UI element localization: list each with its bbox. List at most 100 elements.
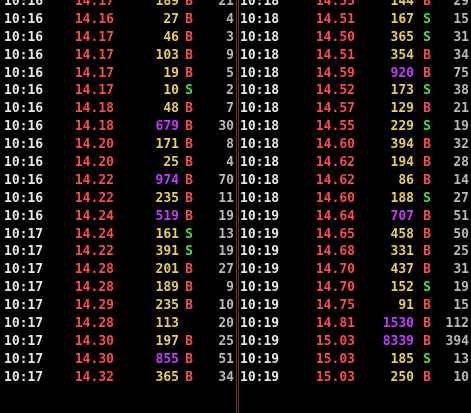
trade-row[interactable]: 10:18 14.62 86 B 14 xyxy=(239,172,471,190)
trade-row[interactable]: 10:17 14.28 113 20 xyxy=(0,315,236,333)
trade-row[interactable]: 10:19 14.81 1530 B 112 xyxy=(239,315,471,333)
trade-list-right: 10:18 14.55 144 B 29 10:18 14.51 167 S 15 10:18 14.… xyxy=(238,0,471,413)
trade-row[interactable]: 10:16 14.16 27 B 4 xyxy=(0,11,236,29)
trade-row[interactable]: 10:16 14.24 519 B 19 xyxy=(0,208,236,226)
trade-side: B xyxy=(185,11,193,27)
trade-volume: 519 xyxy=(155,208,179,224)
trade-side: B xyxy=(185,333,193,349)
trade-volume: 91 xyxy=(398,298,414,314)
trade-side: B xyxy=(185,155,193,171)
trade-volume: 144 xyxy=(390,0,414,9)
trade-row[interactable]: 10:19 14.64 707 B 51 xyxy=(239,208,471,226)
trade-side: B xyxy=(423,262,431,278)
trade-row[interactable]: 10:16 14.20 171 B 8 xyxy=(0,136,236,154)
trade-count: 27 xyxy=(218,262,234,278)
trade-price: 14.28 xyxy=(74,316,114,332)
trade-price: 14.29 xyxy=(74,298,114,314)
trade-row[interactable]: 10:18 14.51 354 B 34 xyxy=(239,47,471,65)
trade-row[interactable]: 10:19 14.70 152 S 19 xyxy=(239,279,471,297)
trade-row[interactable]: 10:18 14.59 920 B 75 xyxy=(239,65,471,83)
trade-row[interactable]: 10:19 15.03 250 B 10 xyxy=(239,369,471,387)
trade-volume: 103 xyxy=(155,47,179,63)
trade-time: 10:16 xyxy=(4,65,44,81)
trade-price: 14.16 xyxy=(74,11,114,27)
trade-price: 14.18 xyxy=(74,101,114,117)
trade-price: 14.24 xyxy=(74,208,114,224)
trade-count: 13 xyxy=(453,351,469,367)
trade-side: B xyxy=(185,172,193,188)
trade-count: 8 xyxy=(226,137,234,153)
trade-volume: 19 xyxy=(163,65,179,81)
trade-row[interactable]: 10:16 14.17 103 B 9 xyxy=(0,47,236,65)
trade-row[interactable]: 10:18 14.55 229 S 19 xyxy=(239,118,471,136)
trade-row[interactable]: 10:18 14.62 194 B 28 xyxy=(239,154,471,172)
trade-row[interactable]: 10:16 14.17 46 B 3 xyxy=(0,29,236,47)
trade-price: 14.81 xyxy=(315,316,355,332)
trade-count: 34 xyxy=(453,47,469,63)
trade-row[interactable]: 10:16 14.22 235 B 11 xyxy=(0,190,236,208)
trade-side: S xyxy=(423,29,431,45)
trade-row[interactable]: 10:17 14.30 855 B 51 xyxy=(0,351,236,369)
trade-row[interactable]: 10:18 14.60 188 S 27 xyxy=(239,190,471,208)
trade-row[interactable]: 10:17 14.30 197 B 25 xyxy=(0,333,236,351)
trade-count: 51 xyxy=(218,351,234,367)
trade-row[interactable]: 10:17 14.22 391 S 19 xyxy=(0,243,236,261)
trade-row[interactable]: 10:16 14.17 19 B 5 xyxy=(0,65,236,83)
trade-price: 14.57 xyxy=(315,101,355,117)
trade-row[interactable]: 10:19 14.75 91 B 15 xyxy=(239,297,471,315)
trade-volume: 229 xyxy=(390,119,414,135)
trade-row[interactable]: 10:18 14.55 144 B 29 xyxy=(239,0,471,11)
trade-time: 10:17 xyxy=(4,369,44,385)
trade-row[interactable]: 10:19 15.03 185 S 13 xyxy=(239,351,471,369)
trade-row[interactable]: 10:16 14.17 10 S 2 xyxy=(0,82,236,100)
trade-list-left: 10:16 14.17 189 B 21 10:16 14.16 27 B 4 10:16 14.17… xyxy=(0,0,237,413)
trade-row[interactable]: 10:18 14.51 167 S 15 xyxy=(239,11,471,29)
trade-side: B xyxy=(185,47,193,63)
trade-time: 10:17 xyxy=(4,226,44,242)
trade-time: 10:18 xyxy=(240,29,280,45)
trade-volume: 855 xyxy=(155,351,179,367)
trade-volume: 129 xyxy=(390,101,414,117)
trade-row[interactable]: 10:16 14.22 974 B 70 xyxy=(0,172,236,190)
trade-row[interactable]: 10:17 14.29 235 B 10 xyxy=(0,297,236,315)
trade-volume: 152 xyxy=(390,280,414,296)
trade-volume: 161 xyxy=(155,226,179,242)
trade-count: 51 xyxy=(453,208,469,224)
trade-row[interactable]: 10:18 14.52 173 S 38 xyxy=(239,82,471,100)
trade-volume: 235 xyxy=(155,190,179,206)
trade-volume: 167 xyxy=(390,11,414,27)
trade-row[interactable]: 10:17 14.24 161 S 13 xyxy=(0,226,236,244)
trade-count: 50 xyxy=(453,226,469,242)
trade-price: 14.22 xyxy=(74,190,114,206)
trade-row[interactable]: 10:18 14.50 365 S 31 xyxy=(239,29,471,47)
trade-price: 14.60 xyxy=(315,137,355,153)
trade-time: 10:18 xyxy=(240,190,280,206)
trade-price: 14.17 xyxy=(74,47,114,63)
trade-time: 10:19 xyxy=(240,316,280,332)
trade-time: 10:18 xyxy=(240,101,280,117)
trade-row[interactable]: 10:19 14.68 331 B 25 xyxy=(239,243,471,261)
trade-side: S xyxy=(423,351,431,367)
trade-row[interactable]: 10:17 14.28 201 B 27 xyxy=(0,261,236,279)
trade-row[interactable]: 10:18 14.60 394 B 32 xyxy=(239,136,471,154)
trade-row[interactable]: 10:16 14.17 189 B 21 xyxy=(0,0,236,11)
trade-row[interactable]: 10:17 14.28 189 B 9 xyxy=(0,279,236,297)
trade-volume: 194 xyxy=(390,155,414,171)
trade-time: 10:16 xyxy=(4,119,44,135)
trade-row[interactable]: 10:19 14.65 458 B 50 xyxy=(239,226,471,244)
trade-volume: 331 xyxy=(390,244,414,260)
trade-side: B xyxy=(185,101,193,117)
trade-row[interactable]: 10:16 14.18 48 B 7 xyxy=(0,100,236,118)
trade-row[interactable]: 10:19 15.03 8339 B 394 xyxy=(239,333,471,351)
trade-row[interactable]: 10:19 14.70 437 B 31 xyxy=(239,261,471,279)
trade-side: B xyxy=(423,244,431,260)
trade-row[interactable]: 10:18 14.57 129 B 21 xyxy=(239,100,471,118)
trade-count: 20 xyxy=(218,316,234,332)
trade-time: 10:17 xyxy=(4,298,44,314)
trade-row[interactable]: 10:16 14.18 679 B 30 xyxy=(0,118,236,136)
trade-row[interactable]: 10:17 14.32 365 B 34 xyxy=(0,369,236,387)
trade-count: 32 xyxy=(453,137,469,153)
trade-row[interactable]: 10:16 14.20 25 B 4 xyxy=(0,154,236,172)
trade-side: B xyxy=(423,208,431,224)
trade-price: 15.03 xyxy=(315,369,355,385)
